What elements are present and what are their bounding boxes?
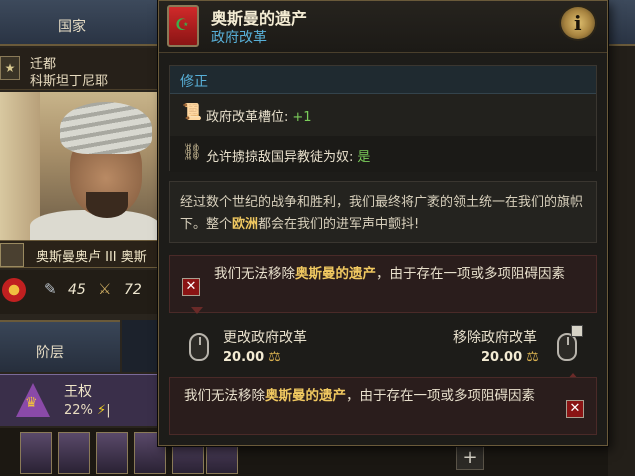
modifiers-header-label: 修正	[180, 74, 208, 90]
warning-highlight: 奥斯曼的遗产	[265, 388, 346, 404]
remove-reform-cost: 20.00 ⚖	[481, 349, 539, 365]
remove-blocked-warning: ✕ 我们无法移除奥斯曼的遗产，由于存在一项或多项阻碍因素	[169, 255, 597, 313]
tab-country-label: 国家	[58, 19, 86, 35]
modifier-label: 政府改革槽位:	[206, 110, 289, 125]
description-part2: 都会在我们的进军声中颤抖!	[258, 217, 420, 232]
ruler-name-bar: 奥斯曼奥卢 III 奥斯	[0, 240, 160, 268]
stat-military-value: 72	[124, 282, 142, 298]
character-portrait[interactable]	[58, 432, 90, 474]
pointer-down-icon	[191, 307, 203, 314]
tab-country[interactable]: 国家	[0, 0, 160, 46]
scales-icon: ⚖	[526, 349, 539, 365]
ruler-stats: ✎ 45 ⚔ 72	[0, 270, 160, 314]
modifiers-header: 修正	[170, 66, 596, 94]
modifier-row: 📜 政府改革槽位: +1	[170, 96, 596, 132]
scales-icon: ⚖	[268, 349, 281, 365]
military-icon: ⚔	[98, 280, 112, 298]
right-click-mouse-icon	[557, 325, 583, 361]
crown-icon	[16, 383, 50, 417]
stat-admin-value: 45	[68, 282, 86, 298]
modifier-text: 允许掳掠敌国异教徒为奴: 是	[206, 146, 370, 165]
blocked-x-icon: ✕	[182, 278, 200, 296]
ottoman-flag-icon	[167, 5, 199, 47]
description-highlight: 欧洲	[232, 217, 259, 232]
portrait-background	[0, 92, 40, 240]
tab-secondary[interactable]	[122, 320, 162, 372]
tooltip-header: 奥斯曼的遗产 政府改革 i	[159, 1, 607, 53]
modifiers-section: 修正 📜 政府改革槽位: +1 ⛓ 允许掳掠敌国异教徒为奴: 是	[169, 65, 597, 172]
warning-suffix: ，由于存在一项或多项阻碍因素	[376, 266, 565, 282]
right-panel-edge	[608, 0, 635, 476]
chain-icon: ⛓	[182, 142, 203, 161]
reform-category: 政府改革	[211, 30, 267, 46]
warning-prefix: 我们无法移除	[184, 388, 265, 404]
portrait-beard	[86, 192, 128, 218]
capital-name: 科斯坦丁尼耶	[30, 74, 109, 89]
description-section: 经过数个世纪的战争和胜利，我们最终将广袤的领土统一在我们的旗帜下。整个欧洲都会在…	[169, 181, 597, 243]
star-icon: ★	[0, 56, 20, 80]
estate-crown-row[interactable]: 王权 22% ⚡|	[0, 374, 160, 426]
remove-reform-label[interactable]: 移除政府改革	[453, 327, 537, 347]
info-button[interactable]: i	[559, 5, 597, 41]
reform-title: 奥斯曼的遗产	[211, 9, 308, 28]
info-icon: i	[574, 11, 582, 35]
tab-estates[interactable]: 阶层	[0, 320, 120, 372]
estate-percent: 22% ⚡|	[64, 403, 111, 418]
warning-suffix: ，由于存在一项或多项阻碍因素	[346, 388, 535, 404]
character-portrait[interactable]	[20, 432, 52, 474]
remove-cost-value: 20.00	[481, 350, 523, 365]
change-reform-label[interactable]: 更改政府改革	[223, 327, 307, 347]
warning-prefix: 我们无法移除	[214, 266, 295, 282]
blocked-x-icon: ✕	[566, 400, 584, 418]
remove-blocked-warning-secondary: 我们无法移除奥斯曼的遗产，由于存在一项或多项阻碍因素 ✕	[169, 377, 597, 435]
modifier-value: +1	[292, 110, 312, 125]
tab-estates-label: 阶层	[36, 345, 64, 361]
modifier-value: 是	[357, 150, 371, 165]
admin-scroll-icon: ✎	[44, 280, 57, 298]
right-panel-tab[interactable]	[608, 0, 635, 46]
move-capital-row[interactable]: ★ 迁都 科斯坦丁尼耶	[0, 48, 160, 90]
warning-highlight: 奥斯曼的遗产	[295, 266, 376, 282]
ruler-name: 奥斯曼奥卢 III 奥斯	[36, 250, 147, 265]
country-emblem-icon[interactable]	[2, 278, 26, 302]
warning-text: 我们无法移除奥斯曼的遗产，由于存在一项或多项阻碍因素	[184, 386, 544, 407]
scroll-icon: 📜	[182, 102, 202, 121]
character-portrait[interactable]	[96, 432, 128, 474]
reform-description: 经过数个世纪的战争和胜利，我们最终将广袤的领土统一在我们的旗帜下。整个欧洲都会在…	[180, 192, 588, 236]
warning-text: 我们无法移除奥斯曼的遗产，由于存在一项或多项阻碍因素	[214, 264, 586, 285]
modifier-label: 允许掳掠敌国异教徒为奴:	[206, 150, 354, 165]
estate-percent-suffix: |	[106, 403, 111, 418]
reform-actions: 更改政府改革 20.00 ⚖ 移除政府改革 20.00 ⚖	[169, 307, 597, 380]
ruler-portrait[interactable]	[0, 92, 160, 240]
ruler-scroll-icon[interactable]	[0, 243, 24, 267]
change-reform-cost: 20.00 ⚖	[223, 349, 281, 365]
modifier-text: 政府改革槽位: +1	[206, 106, 312, 125]
lightning-icon: ⚡	[97, 403, 107, 418]
estate-label: 王权	[64, 384, 92, 400]
add-button[interactable]: +	[456, 446, 484, 470]
left-click-mouse-icon	[189, 333, 209, 361]
estate-percent-value: 22%	[64, 403, 93, 418]
change-cost-value: 20.00	[223, 350, 265, 365]
modifier-row: ⛓ 允许掳掠敌国异教徒为奴: 是	[170, 136, 596, 172]
portrait-turban	[60, 102, 152, 154]
government-reform-tooltip: 奥斯曼的遗产 政府改革 i 修正 📜 政府改革槽位:+1 ⛓ 允许掳掠敌国异教徒…	[158, 0, 608, 446]
country-panel: 国家 ★ 迁都 科斯坦丁尼耶 奥斯曼奥卢 III 奥斯 ✎ 45 ⚔ 72 阶层…	[0, 0, 240, 476]
